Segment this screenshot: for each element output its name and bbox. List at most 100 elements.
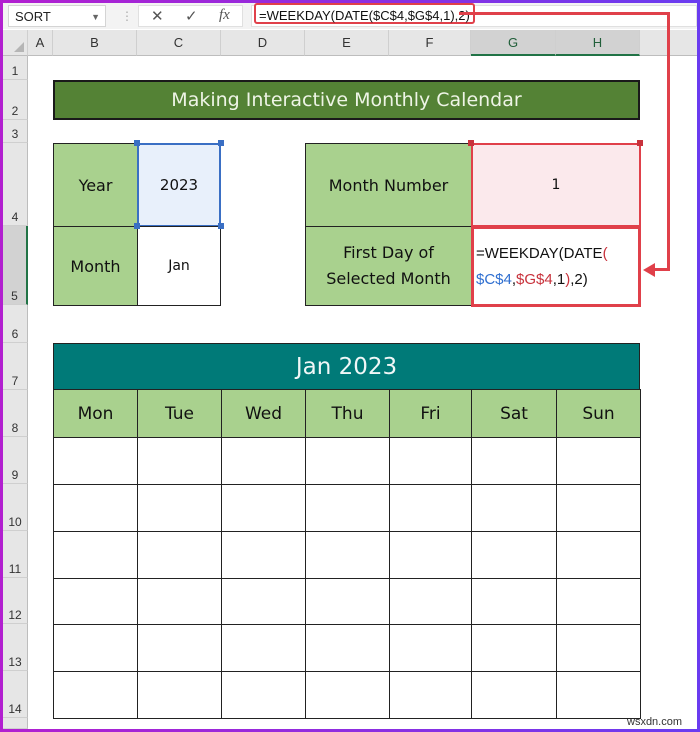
column-header-b[interactable]: B: [53, 30, 137, 56]
first-day-label[interactable]: First Day of Selected Month: [305, 226, 472, 306]
row-header-8[interactable]: 8: [3, 390, 28, 437]
calendar-day-cell[interactable]: [221, 671, 306, 719]
calendar-day-cell[interactable]: [556, 578, 641, 625]
weekday-header-thu[interactable]: Thu: [305, 389, 390, 438]
calendar-day-cell[interactable]: [221, 578, 306, 625]
calendar-day-cell[interactable]: [556, 484, 641, 532]
calendar-day-cell[interactable]: [471, 484, 557, 532]
fx-icon[interactable]: fx: [219, 7, 230, 24]
calendar-day-cell[interactable]: [556, 671, 641, 719]
row-header-2[interactable]: 2: [3, 80, 28, 120]
calendar-day-cell[interactable]: [471, 578, 557, 625]
calendar-day-cell[interactable]: [305, 578, 390, 625]
calendar-day-cell[interactable]: [471, 624, 557, 672]
calendar-day-cell[interactable]: [221, 484, 306, 532]
cancel-icon[interactable]: ✕: [151, 7, 164, 25]
calendar-day-cell[interactable]: [137, 531, 222, 579]
row-header-1[interactable]: 1: [3, 56, 28, 80]
row-header-7[interactable]: 7: [3, 343, 28, 390]
selection-handle[interactable]: [134, 140, 140, 146]
column-header-c[interactable]: C: [137, 30, 221, 56]
calendar-day-cell[interactable]: [389, 671, 472, 719]
row-number: 11: [8, 562, 22, 576]
calendar-day-cell[interactable]: [53, 671, 138, 719]
calendar-day-cell[interactable]: [389, 578, 472, 625]
row-header-partial[interactable]: [3, 718, 28, 729]
calendar-day-cell[interactable]: [471, 531, 557, 579]
calendar-day-cell[interactable]: [556, 624, 641, 672]
weekday-header-wed[interactable]: Wed: [221, 389, 306, 438]
selection-handle[interactable]: [468, 140, 474, 146]
calendar-day-cell[interactable]: [137, 624, 222, 672]
month-input[interactable]: Jan: [137, 226, 221, 306]
month-label[interactable]: Month: [53, 226, 138, 306]
weekday-header-fri[interactable]: Fri: [389, 389, 472, 438]
row-header-11[interactable]: 11: [3, 531, 28, 578]
row-header-5[interactable]: 5: [3, 226, 28, 305]
calendar-day-cell[interactable]: [556, 531, 641, 579]
calendar-day-cell[interactable]: [389, 531, 472, 579]
calendar-day-cell[interactable]: [389, 484, 472, 532]
month-number-label[interactable]: Month Number: [305, 143, 472, 227]
name-box[interactable]: SORT ▼: [8, 5, 106, 27]
calendar-day-cell[interactable]: [137, 437, 222, 485]
column-header-d[interactable]: D: [221, 30, 305, 56]
row-number: 6: [11, 327, 19, 341]
row-header-9[interactable]: 9: [3, 437, 28, 484]
column-header-a[interactable]: A: [28, 30, 53, 56]
row-header-14[interactable]: 14: [3, 671, 28, 718]
row-header-4[interactable]: 4: [3, 143, 28, 226]
calendar-day-cell[interactable]: [53, 578, 138, 625]
year-label[interactable]: Year: [53, 143, 138, 227]
column-header-f[interactable]: F: [389, 30, 471, 56]
calendar-day-cell[interactable]: [389, 437, 472, 485]
row-header-10[interactable]: 10: [3, 484, 28, 531]
calendar-day-cell[interactable]: [389, 624, 472, 672]
month-number-value[interactable]: 1: [471, 143, 641, 227]
calendar-day-cell[interactable]: [556, 437, 641, 485]
calendar-day-cell[interactable]: [221, 624, 306, 672]
column-header-h[interactable]: H: [556, 30, 640, 56]
row-header-13[interactable]: 13: [3, 624, 28, 671]
row-header-12[interactable]: 12: [3, 578, 28, 624]
column-header-e[interactable]: E: [305, 30, 389, 56]
calendar-day-cell[interactable]: [305, 484, 390, 532]
enter-icon[interactable]: ✓: [185, 7, 198, 25]
calendar-day-cell[interactable]: [305, 531, 390, 579]
year-input[interactable]: 2023: [137, 143, 221, 227]
selection-handle[interactable]: [134, 223, 140, 229]
row-number: 13: [8, 655, 22, 669]
calendar-day-cell[interactable]: [53, 531, 138, 579]
weekday-header-mon[interactable]: Mon: [53, 389, 138, 438]
calendar-day-cell[interactable]: [221, 437, 306, 485]
row-header-6[interactable]: 6: [3, 305, 28, 343]
selection-handle[interactable]: [218, 223, 224, 229]
calendar-day-cell[interactable]: [53, 484, 138, 532]
drag-handle-icon[interactable]: ⋮: [121, 9, 133, 23]
weekday-header-sat[interactable]: Sat: [471, 389, 557, 438]
row-number: 9: [11, 468, 19, 482]
selection-handle[interactable]: [637, 140, 643, 146]
row-header-3[interactable]: 3: [3, 120, 28, 143]
column-header-g[interactable]: G: [471, 30, 556, 56]
calendar-day-cell[interactable]: [53, 437, 138, 485]
calendar-day-cell[interactable]: [137, 484, 222, 532]
calendar-day-cell[interactable]: [305, 624, 390, 672]
calendar-day-cell[interactable]: [471, 671, 557, 719]
weekday-header-sun[interactable]: Sun: [556, 389, 641, 438]
calendar-day-cell[interactable]: [137, 671, 222, 719]
formula-text[interactable]: =WEEKDAY(DATE($C$4,$G$4,1),2): [254, 3, 475, 24]
calendar-day-cell[interactable]: [137, 578, 222, 625]
calendar-title[interactable]: Jan 2023: [53, 343, 640, 390]
calendar-day-cell[interactable]: [471, 437, 557, 485]
chevron-down-icon[interactable]: ▼: [91, 6, 100, 28]
select-all-button[interactable]: [3, 30, 28, 56]
calendar-day-cell[interactable]: [221, 531, 306, 579]
first-day-formula-cell[interactable]: =WEEKDAY(DATE( $C$4,$G$4,1),2): [471, 226, 641, 307]
calendar-day-cell[interactable]: [53, 624, 138, 672]
selection-handle[interactable]: [218, 140, 224, 146]
weekday-header-tue[interactable]: Tue: [137, 389, 222, 438]
calendar-day-cell[interactable]: [305, 671, 390, 719]
sheet-title[interactable]: Making Interactive Monthly Calendar: [53, 80, 640, 120]
calendar-day-cell[interactable]: [305, 437, 390, 485]
